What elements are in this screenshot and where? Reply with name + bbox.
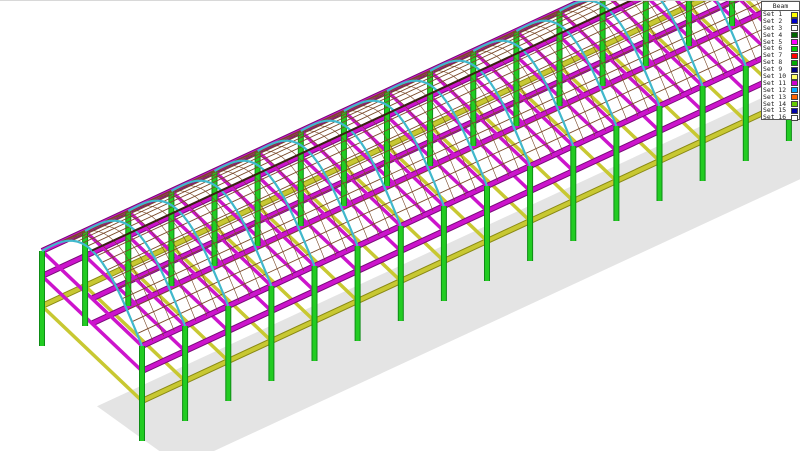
legend-color-swatch xyxy=(791,101,798,108)
legend-item-label: Set 16 xyxy=(763,113,787,122)
legend-color-swatch xyxy=(791,94,798,101)
legend-color-swatch xyxy=(791,32,798,39)
structure-model-3d-view[interactable] xyxy=(0,1,800,451)
ground-shadow-band xyxy=(97,86,800,451)
beam-legend: Beam Set 1 Set 2 Set 3 Set 4 Set 5 Set 6 Set 7… xyxy=(761,1,800,121)
roof-rafter xyxy=(52,235,154,342)
legend-color-swatch xyxy=(791,39,798,46)
legend-color-swatch xyxy=(791,52,798,59)
legend-color-swatch xyxy=(791,11,798,18)
ground-shadow xyxy=(97,86,800,451)
legend-color-swatch xyxy=(791,66,798,73)
legend-item: Set 16 xyxy=(762,114,799,121)
legend-color-swatch xyxy=(791,59,798,66)
legend-color-swatch xyxy=(791,107,798,114)
legend-list: Set 1 Set 2 Set 3 Set 4 Set 5 Set 6 Set 7 Set 8… xyxy=(762,11,799,121)
legend-color-swatch xyxy=(791,18,798,25)
legend-color-swatch xyxy=(791,80,798,87)
legend-color-swatch xyxy=(791,114,798,121)
legend-color-swatch xyxy=(791,73,798,80)
legend-color-swatch xyxy=(791,25,798,32)
model-viewport[interactable] xyxy=(0,0,800,451)
legend-color-swatch xyxy=(791,87,798,94)
legend-color-swatch xyxy=(791,45,798,52)
